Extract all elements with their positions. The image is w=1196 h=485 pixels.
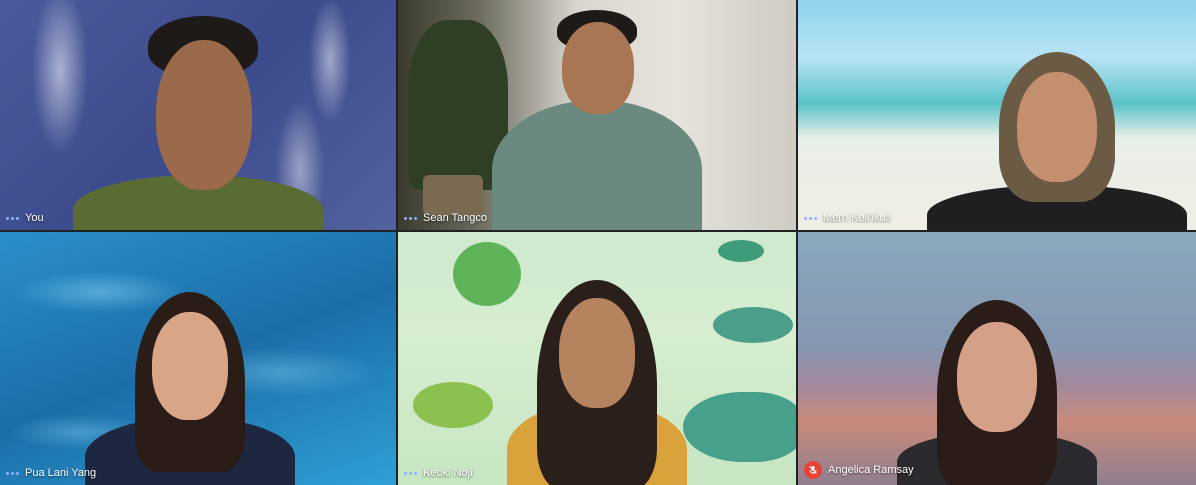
fish-decoration — [718, 240, 764, 262]
fish-decoration — [413, 382, 493, 428]
participant-video — [917, 0, 1196, 230]
participant-name: Angelica Ramsay — [828, 464, 914, 476]
whale-decoration — [683, 392, 796, 462]
participant-name-label: Pua Lani Yang — [6, 467, 96, 479]
three-dots-icon — [6, 471, 19, 475]
participant-name-label: Merri Keli'ikuli — [804, 212, 891, 224]
participant-tile-merri-keliikuli[interactable]: Merri Keli'ikuli — [798, 0, 1196, 230]
mic-off-icon — [804, 461, 822, 479]
participant-video — [467, 0, 727, 230]
participant-name-label: Keoki Noji — [404, 467, 473, 479]
three-dots-icon — [804, 216, 817, 220]
three-dots-icon — [6, 216, 19, 220]
participant-tile-angelica-ramsay[interactable]: Angelica Ramsay — [798, 232, 1196, 485]
participant-name-label: Sean Tangco — [404, 212, 487, 224]
participant-name: Merri Keli'ikuli — [823, 212, 891, 224]
three-dots-icon — [404, 216, 417, 220]
participant-tile-keoki-noji[interactable]: Keoki Noji — [398, 232, 796, 485]
fish-decoration — [713, 307, 793, 343]
participant-tile-pua-lani-yang[interactable]: Pua Lani Yang — [0, 232, 396, 485]
participant-video — [887, 232, 1107, 485]
participant-tile-you[interactable]: You — [0, 0, 396, 230]
video-grid: You Sean Tangco Merri Keli'ikuli Pua Lan… — [0, 0, 1196, 485]
participant-name-label: Angelica Ramsay — [804, 461, 914, 479]
participant-name: You — [25, 212, 44, 224]
participant-video — [497, 232, 697, 485]
participant-name: Pua Lani Yang — [25, 467, 97, 479]
participant-tile-sean-tangco[interactable]: Sean Tangco — [398, 0, 796, 230]
participant-name-label: You — [6, 212, 44, 224]
participant-name: Sean Tangco — [423, 212, 488, 224]
three-dots-icon — [404, 471, 417, 475]
participant-video — [80, 232, 300, 485]
participant-name: Keoki Noji — [423, 467, 473, 479]
participant-video — [48, 0, 348, 230]
